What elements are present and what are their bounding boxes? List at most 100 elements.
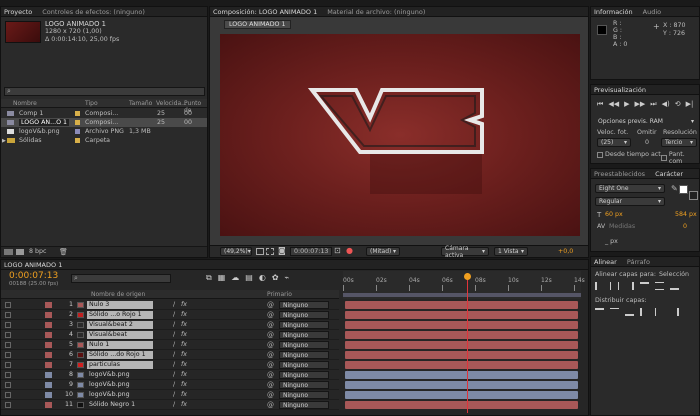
layer-row[interactable]: 11 Sólido Negro 1 / fx @ Ninguno: [1, 400, 339, 410]
views-dropdown[interactable]: 1 Vista ▾: [494, 247, 528, 256]
layer-duration-bar[interactable]: [345, 371, 578, 379]
safe-zones-icon[interactable]: [256, 248, 264, 255]
layer-name[interactable]: Sólido Negro 1: [87, 401, 153, 409]
label-color-swatch[interactable]: [45, 332, 52, 338]
layer-duration-bar[interactable]: [345, 401, 578, 409]
align-left-icon[interactable]: [595, 282, 604, 290]
parent-dropdown[interactable]: Ninguno: [279, 391, 329, 399]
layer-name[interactable]: logoV&b.png: [87, 381, 153, 389]
layer-duration-bar[interactable]: [345, 321, 578, 329]
tab-audio[interactable]: Audio: [643, 8, 661, 16]
font-dropdown[interactable]: Eight One ▾: [595, 184, 665, 193]
label-color-swatch[interactable]: [45, 342, 52, 348]
layer-name[interactable]: Sólido ...o Rojo 1: [87, 311, 153, 319]
parent-dropdown[interactable]: Ninguno: [279, 381, 329, 389]
audio-icon[interactable]: ◀): [662, 100, 670, 109]
effect-switch-icon[interactable]: fx: [181, 331, 187, 338]
tab-footage[interactable]: Material de archivo: (ninguno): [327, 8, 425, 16]
parent-pickwhip-icon[interactable]: @: [267, 371, 274, 379]
layer-name[interactable]: Visual&beat 2: [87, 321, 153, 329]
font-size-value[interactable]: 60 px: [605, 211, 623, 218]
label-color-swatch[interactable]: [45, 352, 52, 358]
from-current-checkbox[interactable]: Desde tiempo act.: [597, 151, 663, 158]
layer-duration-bar[interactable]: [345, 391, 578, 399]
quality-switch-icon[interactable]: /: [173, 371, 175, 378]
layer-duration-bar[interactable]: [345, 301, 578, 309]
graph-editor-icon[interactable]: ⌁: [285, 273, 290, 283]
label-color-swatch[interactable]: [45, 362, 52, 368]
layer-row[interactable]: 9 logoV&b.png / fx @ Ninguno: [1, 380, 339, 390]
playhead[interactable]: [464, 273, 471, 413]
channels-icon[interactable]: ●: [346, 246, 353, 255]
quality-switch-icon[interactable]: /: [173, 301, 175, 308]
label-color-swatch[interactable]: [45, 392, 52, 398]
quality-switch-icon[interactable]: /: [173, 311, 175, 318]
timeline-timecode[interactable]: 0:00:07:13: [9, 271, 58, 281]
camera-icon[interactable]: ◙: [278, 246, 286, 255]
parent-pickwhip-icon[interactable]: @: [267, 391, 274, 399]
visibility-eye-icon[interactable]: [5, 322, 11, 328]
parent-pickwhip-icon[interactable]: @: [267, 341, 274, 349]
quality-switch-icon[interactable]: /: [173, 401, 175, 408]
eyedropper-icon[interactable]: ✎: [671, 184, 678, 193]
skip-value[interactable]: 0: [645, 139, 649, 146]
quality-switch-icon[interactable]: /: [173, 351, 175, 358]
expand-arrow-icon[interactable]: ▶: [2, 138, 6, 144]
brainstorm-icon[interactable]: ✿: [272, 273, 279, 283]
leading-value[interactable]: 0: [683, 223, 687, 230]
layer-row[interactable]: 7 particulas / fx @ Ninguno: [1, 360, 339, 370]
parent-pickwhip-icon[interactable]: @: [267, 351, 274, 359]
interpret-footage-icon[interactable]: [4, 249, 13, 255]
parent-dropdown[interactable]: Ninguno: [279, 341, 329, 349]
list-item[interactable]: LOGO AN...O 1 Composi... 25 00: [1, 118, 207, 127]
align-vcenter-icon[interactable]: [655, 282, 664, 290]
frame-blend-icon[interactable]: ▤: [245, 273, 253, 283]
list-item[interactable]: Comp 1 Composi... 25 00: [1, 109, 207, 118]
quality-switch-icon[interactable]: /: [173, 391, 175, 398]
fullscreen-checkbox[interactable]: Pant. com: [661, 151, 699, 163]
playhead-handle-icon[interactable]: [464, 273, 471, 280]
fps-dropdown[interactable]: (25) ▾: [597, 138, 631, 147]
fill-color-swatch[interactable]: [679, 185, 688, 194]
comp-canvas[interactable]: [220, 34, 580, 236]
stroke-color-swatch[interactable]: [689, 191, 698, 200]
draft-3d-icon[interactable]: ▦: [218, 273, 226, 283]
col-source-name[interactable]: Nombre de origen: [91, 291, 145, 298]
label-color-swatch[interactable]: [45, 322, 52, 328]
layer-row[interactable]: 2 Sólido ...o Rojo 1 / fx @ Ninguno: [1, 310, 339, 320]
visibility-eye-icon[interactable]: [5, 392, 11, 398]
layer-row[interactable]: 3 Visual&beat 2 / fx @ Ninguno: [1, 320, 339, 330]
tracking-value[interactable]: 584 px: [675, 211, 697, 218]
layer-row[interactable]: 4 Visual&beat / fx @ Ninguno: [1, 330, 339, 340]
tab-composition[interactable]: Composición: LOGO ANIMADO 1: [213, 8, 317, 16]
timeline-search[interactable]: ⌕: [71, 274, 171, 283]
shy-icon[interactable]: ☁: [231, 273, 239, 283]
tab-preview[interactable]: Previsualización: [594, 86, 646, 94]
col-size[interactable]: Tamaño: [129, 100, 152, 107]
tab-paragraph[interactable]: Párrafo: [627, 258, 650, 266]
layer-duration-bar[interactable]: [345, 311, 578, 319]
distribute-hcenter-icon[interactable]: [655, 308, 664, 316]
quality-switch-icon[interactable]: /: [173, 341, 175, 348]
label-color-swatch[interactable]: [45, 402, 52, 408]
parent-dropdown[interactable]: Ninguno: [279, 331, 329, 339]
layer-row[interactable]: 10 logoV&b.png / fx @ Ninguno: [1, 390, 339, 400]
label-color-swatch[interactable]: [45, 312, 52, 318]
distribute-vcenter-icon[interactable]: [610, 308, 619, 316]
tab-presets[interactable]: Preestablecidos: [594, 170, 645, 178]
tab-character[interactable]: Carácter: [655, 170, 683, 178]
col-parent[interactable]: Primario: [267, 291, 292, 298]
kerning-value[interactable]: Medidas: [609, 223, 635, 230]
distribute-top-icon[interactable]: [595, 308, 604, 316]
effect-switch-icon[interactable]: fx: [181, 381, 187, 388]
label-color-swatch[interactable]: [45, 372, 52, 378]
prev-frame-icon[interactable]: ◀◀: [608, 100, 619, 109]
effect-switch-icon[interactable]: fx: [181, 371, 187, 378]
ram-preview-icon[interactable]: ▶|: [686, 100, 694, 109]
layer-name[interactable]: logoV&b.png: [87, 371, 153, 379]
distribute-bottom-icon[interactable]: [625, 308, 634, 316]
ram-options-dropdown[interactable]: Opciones previs. RAM ▾: [595, 117, 697, 126]
resolution-dropdown[interactable]: (Mitad) ▾: [366, 247, 400, 256]
effect-switch-icon[interactable]: fx: [181, 301, 187, 308]
parent-dropdown[interactable]: Ninguno: [279, 371, 329, 379]
